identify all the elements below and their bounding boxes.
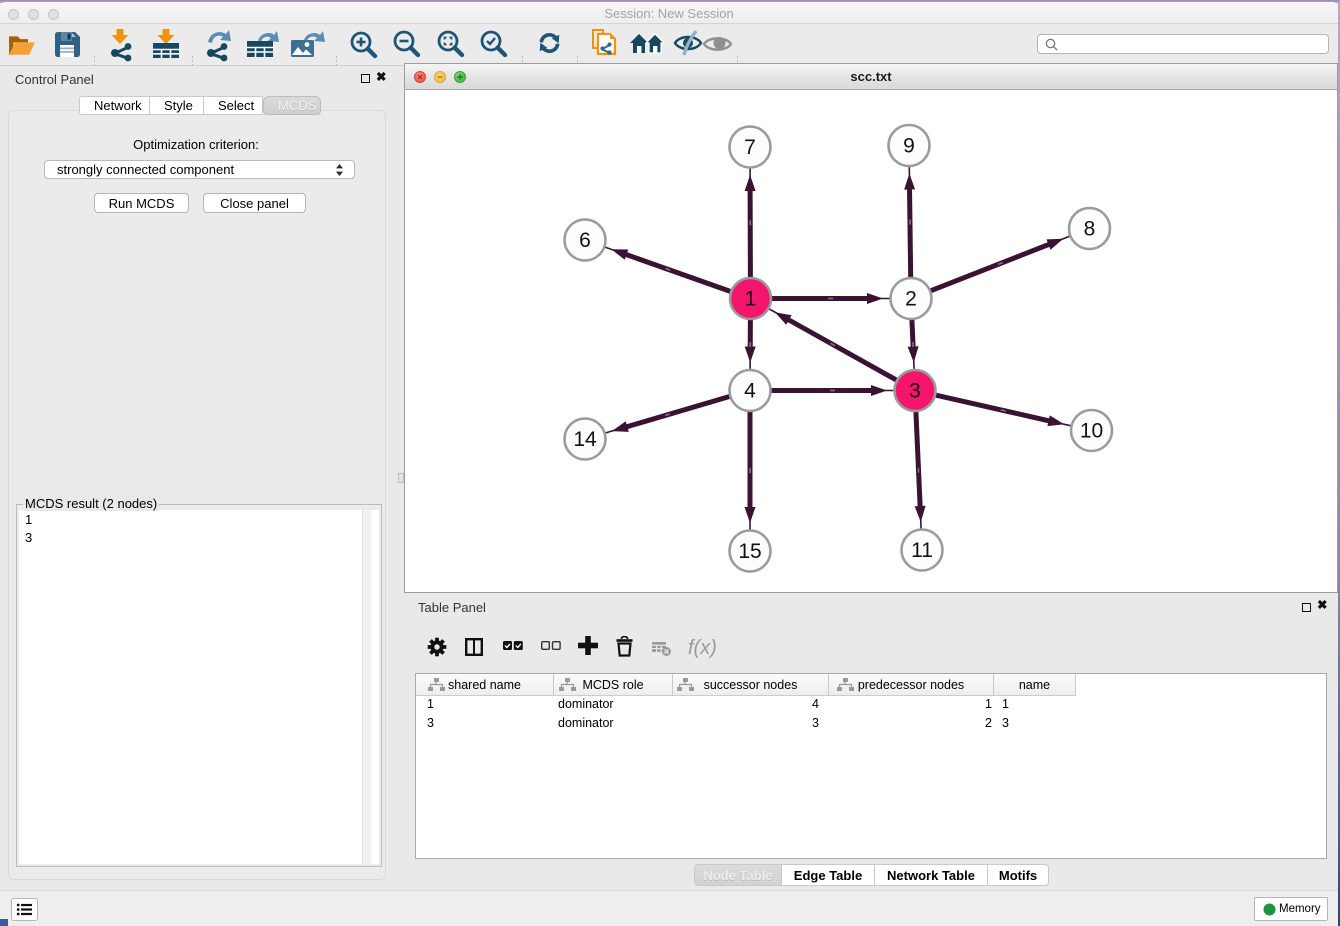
svg-text:14: 14 xyxy=(573,428,597,451)
svg-text:3: 3 xyxy=(909,380,921,403)
svg-text:8: 8 xyxy=(1084,218,1096,241)
svg-text:11: 11 xyxy=(911,539,933,562)
svg-text:10: 10 xyxy=(1080,420,1103,443)
svg-text:f(x): f(x) xyxy=(688,637,717,659)
svg-text:2: 2 xyxy=(905,288,917,311)
svg-text:4: 4 xyxy=(744,380,756,403)
svg-text:9: 9 xyxy=(903,135,915,158)
svg-text:1: 1 xyxy=(745,288,757,311)
svg-text:15: 15 xyxy=(738,540,761,563)
svg-text:6: 6 xyxy=(579,229,591,252)
svg-text:7: 7 xyxy=(744,136,756,159)
